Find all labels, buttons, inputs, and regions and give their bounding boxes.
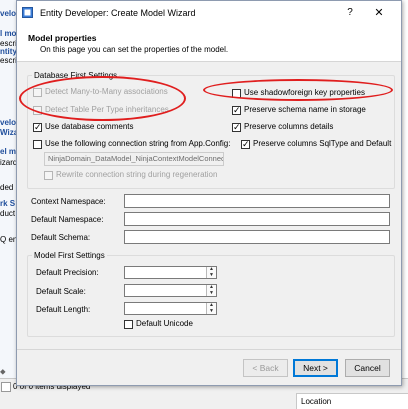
preserve-schema-checkbox[interactable]: ✓ [232,105,241,115]
cancel-button[interactable]: Cancel [345,359,390,377]
bg-fragment: ⬥ [0,367,6,376]
back-button[interactable]: < Back [243,359,288,377]
annotation-ellipse [19,76,186,121]
rewrite-conn-checkbox[interactable] [44,171,53,180]
default-scale-input[interactable]: ▲ ▼ [124,284,217,297]
app-icon [22,7,33,18]
preserve-sqltype-label: Preserve columns SqlType and Default [253,139,392,148]
default-namespace-input[interactable] [124,212,390,226]
bg-fragment: rk S [0,199,16,208]
title-bar: Entity Developer: Create Model Wizard ? … [17,1,401,25]
wizard-header: Model properties On this page you can se… [17,25,401,62]
bg-fragment: escri [0,56,17,65]
use-db-comments-label: Use database comments [45,122,134,131]
model-first-group-label: Model First Settings [32,251,107,260]
default-unicode-label: Default Unicode [136,319,193,328]
dialog-title: Entity Developer: Create Model Wizard [40,8,196,18]
use-db-comments-checkbox[interactable]: ✓ [33,122,42,132]
bg-fragment: ntity [0,47,17,56]
preserve-columns-checkbox[interactable]: ✓ [232,122,241,132]
use-conn-string-label: Use the following connection string from… [45,139,231,148]
default-unicode-checkbox[interactable] [124,320,133,329]
default-length-input[interactable]: ▲ ▼ [124,302,217,315]
default-precision-label: Default Precision: [36,268,99,277]
default-length-label: Default Length: [36,305,91,314]
spin-arrows-icon[interactable]: ▲ ▼ [206,302,216,314]
preserve-sqltype-checkbox[interactable]: ✓ [241,139,250,149]
default-scale-label: Default Scale: [36,287,86,296]
rewrite-conn-label: Rewrite connection string during regener… [56,170,218,179]
checkmark-icon: ✓ [233,122,241,132]
close-button[interactable]: ✕ [368,4,390,22]
default-precision-input[interactable]: ▲ ▼ [124,266,217,279]
annotation-ellipse [203,79,393,101]
bg-fragment: velo [0,118,17,127]
page-subtitle: On this page you can set the properties … [40,45,229,54]
checkmark-icon: ✓ [233,105,241,115]
create-model-wizard-dialog: Entity Developer: Create Model Wizard ? … [16,0,402,386]
conn-string-input[interactable]: NinjaDomain_DataModel_NinjaContextModelC… [44,152,224,166]
spin-arrows-icon[interactable]: ▲ ▼ [206,266,216,278]
default-namespace-label: Default Namespace: [31,215,104,224]
location-column-label: Location [301,397,332,406]
bg-fragment: izard [0,158,18,167]
page-title: Model properties [28,33,97,43]
preserve-columns-label: Preserve columns details [244,122,334,131]
default-schema-input[interactable] [124,230,390,244]
footer-divider [17,349,401,350]
bg-fragment: velo [0,9,17,18]
bg-fragment: l mo [0,29,17,38]
preserve-schema-label: Preserve schema name in storage [244,105,366,114]
bg-fragment: duct [0,209,16,218]
help-button[interactable]: ? [340,4,360,22]
location-column-header[interactable]: Location [296,393,408,409]
next-button[interactable]: Next > [293,359,338,377]
context-namespace-input[interactable] [124,194,390,208]
context-namespace-label: Context Namespace: [31,197,106,206]
default-schema-label: Default Schema: [31,233,91,242]
checkmark-icon: ✓ [242,139,250,149]
spin-arrows-icon[interactable]: ▲ ▼ [206,284,216,296]
use-conn-string-checkbox[interactable] [33,140,42,149]
checkmark-icon: ✓ [34,122,42,132]
status-icon [1,382,11,392]
